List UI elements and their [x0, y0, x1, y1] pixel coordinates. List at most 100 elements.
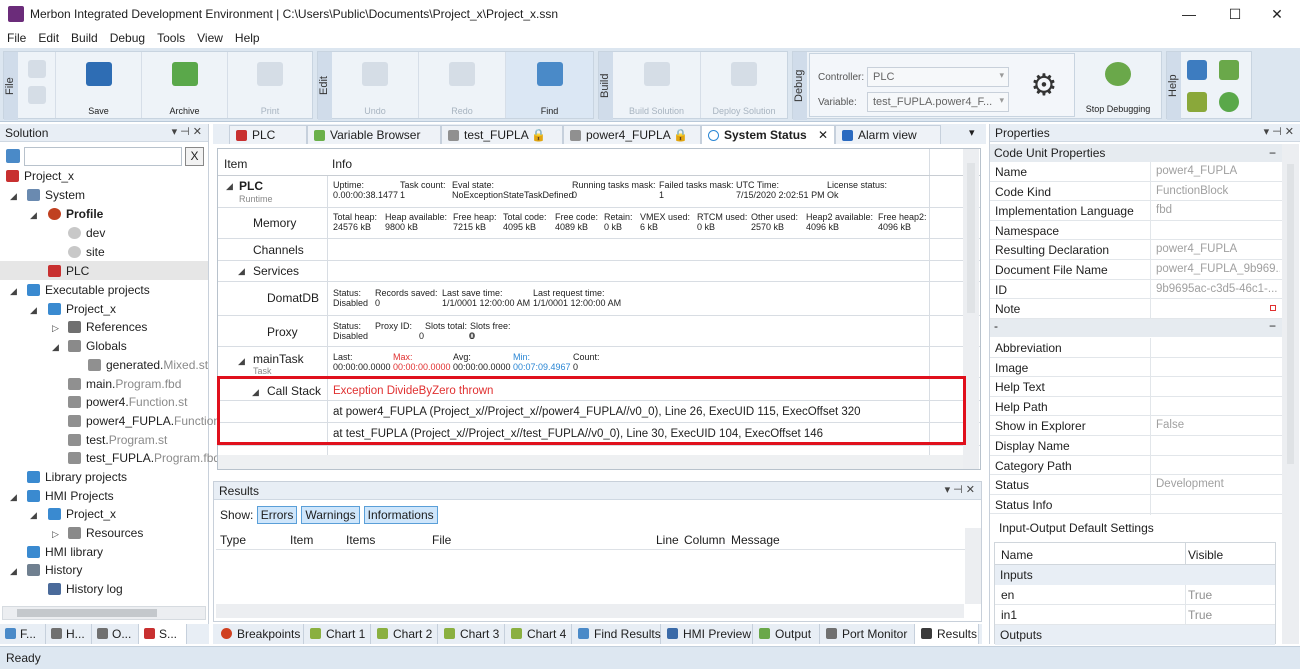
collapse-icon[interactable]: ▷ — [52, 529, 59, 540]
tree-item-globals[interactable]: Globals — [68, 339, 127, 353]
deploy-solution-button[interactable]: Deploy Solution — [701, 52, 787, 118]
expand-icon[interactable]: ◢ — [238, 266, 245, 277]
tab-files[interactable]: F... — [0, 624, 46, 644]
tree-item-test[interactable]: test.Program.st — [68, 433, 167, 447]
prop-row[interactable]: Display Name — [990, 436, 1282, 456]
tree-item-generated[interactable]: generated.Mixed.st — [88, 358, 208, 372]
help-library-icon[interactable] — [1219, 60, 1239, 80]
gears-icon[interactable]: ⚙ — [1024, 66, 1064, 106]
properties-vscroll[interactable] — [1282, 144, 1299, 644]
expand-icon[interactable]: ◢ — [10, 191, 17, 202]
solution-search-input[interactable] — [24, 147, 182, 166]
menu-file[interactable]: File — [0, 28, 31, 45]
tab-port-monitor[interactable]: Port Monitor — [820, 624, 915, 644]
prop-row[interactable]: Abbreviation — [990, 338, 1282, 358]
find-button[interactable]: Find — [506, 52, 593, 118]
info-column-header[interactable]: Info — [332, 157, 352, 171]
prop-row[interactable]: Resulting Declaration power4_FUPLA — [990, 240, 1282, 261]
redo-button[interactable]: Redo — [419, 52, 506, 118]
tab-chart-2[interactable]: Chart 2 — [371, 624, 438, 644]
tab-alarm-view[interactable]: Alarm view — [835, 125, 941, 144]
expand-icon[interactable]: ◢ — [238, 356, 245, 367]
menu-help[interactable]: Help — [228, 28, 265, 45]
solution-hscroll[interactable] — [2, 606, 206, 620]
prop-row[interactable]: Document File Name power4_FUPLA_9b969... — [990, 260, 1282, 280]
expand-icon[interactable]: ◢ — [30, 210, 37, 221]
tab-chart-1[interactable]: Chart 1 — [304, 624, 371, 644]
tree-item-history[interactable]: History — [27, 563, 82, 577]
menu-build[interactable]: Build — [64, 28, 103, 45]
tab-output[interactable]: Output — [753, 624, 820, 644]
misc-section[interactable]: - − — [990, 319, 1282, 337]
column-line[interactable]: Line — [656, 533, 679, 547]
prop-row[interactable]: Implementation Language fbd — [990, 201, 1282, 222]
help-about-icon[interactable] — [1219, 92, 1239, 112]
prop-row[interactable]: Status Development — [990, 475, 1282, 496]
tab-chart-3[interactable]: Chart 3 — [438, 624, 505, 644]
tab-plc[interactable]: PLC — [229, 125, 307, 144]
item-column-header[interactable]: Item — [224, 157, 247, 171]
column-message[interactable]: Message — [731, 533, 780, 547]
tree-item-main[interactable]: main.Program.fbd — [68, 377, 181, 391]
column-column[interactable]: Column — [684, 533, 725, 547]
filter-informations[interactable]: Informations — [363, 506, 438, 524]
tree-item-plc[interactable]: PLC — [48, 264, 89, 278]
build-solution-button[interactable]: Build Solution — [613, 52, 701, 118]
note-edit-icon[interactable] — [1270, 305, 1276, 312]
io-outputs-group[interactable]: Outputs — [995, 625, 1275, 645]
tab-solution[interactable]: S... — [139, 624, 187, 644]
panel-controls-icon[interactable]: ▾ ⊣ ✕ — [172, 125, 202, 138]
code-unit-section[interactable]: Code Unit Properties − — [990, 144, 1282, 162]
tab-hmi-preview[interactable]: HMI Preview — [661, 624, 753, 644]
expand-icon[interactable]: ◢ — [10, 492, 17, 503]
prop-row[interactable]: Status Info — [990, 494, 1282, 515]
prop-row[interactable]: Name power4_FUPLA — [990, 162, 1282, 182]
prop-row[interactable]: Note — [990, 299, 1282, 320]
status-hscroll[interactable] — [218, 455, 963, 469]
prop-row[interactable]: Code Kind FunctionBlock — [990, 181, 1282, 202]
filter-warnings[interactable]: Warnings — [301, 506, 360, 524]
prop-row[interactable]: ID 9b9695ac-c3d5-46c1-... — [990, 279, 1282, 300]
tab-results[interactable]: Results — [915, 624, 979, 644]
undo-button[interactable]: Undo — [332, 52, 419, 118]
io-row[interactable]: in1 True — [995, 605, 1275, 625]
menu-debug[interactable]: Debug — [103, 28, 150, 45]
io-col-name[interactable]: Name — [1001, 548, 1033, 562]
tree-item-project-x[interactable]: Project_x — [48, 302, 116, 316]
prop-row[interactable]: Help Path — [990, 396, 1282, 417]
tree-item-library-projects[interactable]: Library projects — [27, 470, 127, 484]
tab-system-status[interactable]: System Status ✕ — [701, 125, 835, 144]
column-file[interactable]: File — [432, 533, 451, 547]
prop-row[interactable]: Namespace — [990, 220, 1282, 241]
tab-breakpoints[interactable]: Breakpoints — [215, 624, 304, 644]
prop-row[interactable]: Help Text — [990, 377, 1282, 398]
tree-item-hmi-library[interactable]: HMI library — [27, 545, 103, 559]
expand-icon[interactable]: ◢ — [52, 342, 59, 353]
archive-button[interactable]: Archive — [142, 52, 228, 118]
tree-item-profile[interactable]: Profile — [48, 207, 103, 221]
controller-select[interactable]: PLC ▾ — [867, 67, 1009, 87]
expand-icon[interactable]: ◢ — [30, 305, 37, 316]
menu-view[interactable]: View — [190, 28, 228, 45]
maximize-button[interactable]: ☐ — [1212, 0, 1258, 28]
tab-power4-fupla[interactable]: power4_FUPLA 🔒 — [563, 125, 701, 144]
expand-icon[interactable]: ◢ — [10, 566, 17, 577]
menu-tools[interactable]: Tools — [150, 28, 190, 45]
io-inputs-group[interactable]: Inputs — [995, 565, 1275, 585]
tree-item-references[interactable]: References — [68, 320, 147, 334]
tab-variable-browser[interactable]: Variable Browser — [307, 125, 441, 144]
tab-find-results[interactable]: Find Results — [572, 624, 661, 644]
column-item[interactable]: Item — [290, 533, 313, 547]
tree-item-history-log[interactable]: History log — [48, 582, 123, 596]
tree-item-executable-projects[interactable]: Executable projects — [27, 283, 150, 297]
column-items[interactable]: Items — [346, 533, 375, 547]
tab-hmi[interactable]: H... — [46, 624, 92, 644]
column-type[interactable]: Type — [220, 533, 246, 547]
filter-errors[interactable]: Errors — [256, 506, 298, 524]
expand-icon[interactable]: ◢ — [226, 181, 233, 192]
tree-item-system[interactable]: System — [27, 188, 85, 202]
prop-row[interactable]: Category Path — [990, 455, 1282, 476]
tree-item-dev[interactable]: dev — [68, 226, 105, 240]
clear-search-button[interactable]: X — [185, 147, 204, 166]
tab-test-fupla[interactable]: test_FUPLA 🔒 — [441, 125, 563, 144]
